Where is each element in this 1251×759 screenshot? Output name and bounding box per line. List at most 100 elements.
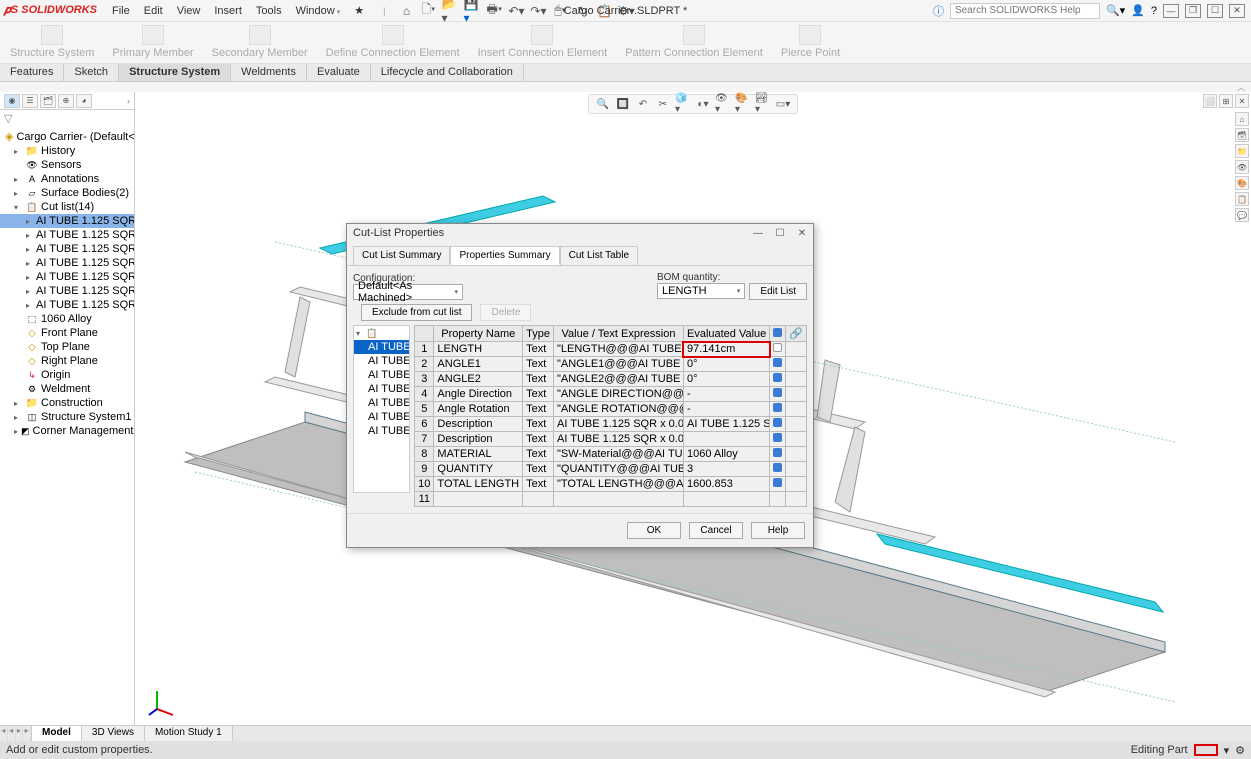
th-propname[interactable]: Property Name bbox=[434, 326, 523, 342]
config-combo[interactable]: Default<As Machined> bbox=[353, 284, 463, 300]
tp-custom-icon[interactable]: 📋 bbox=[1235, 192, 1249, 206]
dlg-list-item[interactable]: AI TUBE 1.125 SQR x 0.03 bbox=[354, 368, 409, 382]
btab-3dviews[interactable]: 3D Views bbox=[82, 726, 145, 741]
tp-appearance-icon[interactable]: 🎨 bbox=[1235, 176, 1249, 190]
dlg-tab-properties[interactable]: Properties Summary bbox=[450, 246, 559, 265]
tree-expand-icon[interactable]: › bbox=[127, 96, 130, 106]
hide-show-icon[interactable]: 👁▾ bbox=[715, 97, 731, 111]
ribtab-structure-system[interactable]: Structure System bbox=[119, 64, 231, 81]
tree-filter[interactable]: ▽ bbox=[0, 110, 134, 127]
dlg-list-item[interactable]: AI TUBE 1.125 SQR x 0.03 bbox=[354, 424, 409, 438]
minimize-button[interactable]: — bbox=[1163, 4, 1179, 18]
delete-button[interactable]: Delete bbox=[480, 304, 531, 321]
table-row[interactable]: 3ANGLE2Text"ANGLE2@@@AI TUBE 1.125 SQR x… bbox=[415, 372, 807, 387]
tree-front-plane[interactable]: Front Plane bbox=[0, 326, 134, 340]
table-row[interactable]: 11 bbox=[415, 492, 807, 507]
table-row[interactable]: 1LENGTHText"LENGTH@@@AI TUBE 1.125 SQR x… bbox=[415, 342, 807, 357]
tree-cutlist-item[interactable]: ▸AI TUBE 1.125 SQR x 0.035 WALL bbox=[0, 298, 134, 312]
tree-sensors[interactable]: Sensors bbox=[0, 158, 134, 172]
tree-annotations[interactable]: ▸AAnnotations bbox=[0, 172, 134, 186]
properties-table[interactable]: Property Name Type Value / Text Expressi… bbox=[414, 325, 807, 507]
menu-star-icon[interactable]: ★ bbox=[347, 4, 371, 17]
menu-insert[interactable]: Insert bbox=[207, 5, 249, 17]
triad-icon[interactable] bbox=[147, 687, 177, 717]
undo-icon[interactable]: ↶▾ bbox=[507, 2, 525, 20]
rib-structure-system[interactable]: Structure System bbox=[6, 24, 98, 61]
tp-explorer-icon[interactable]: 📁 bbox=[1235, 144, 1249, 158]
tree-cutlist-item[interactable]: ▸AI TUBE 1.125 SQR x 0.035 WALL bbox=[0, 270, 134, 284]
home-icon[interactable]: ⌂ bbox=[397, 2, 415, 20]
th-chk1[interactable] bbox=[770, 326, 786, 342]
tree-cutlist-item[interactable]: ▸AI TUBE 1.125 SQR x 0.035 WALL bbox=[0, 228, 134, 242]
ribtab-lifecycle[interactable]: Lifecycle and Collaboration bbox=[371, 64, 524, 81]
dlg-list-item[interactable]: AI TUBE 1.125 SQR x 0.03 bbox=[354, 410, 409, 424]
help-search-input[interactable] bbox=[950, 3, 1100, 19]
status-gear-icon[interactable]: ⚙ bbox=[1235, 744, 1245, 757]
table-row[interactable]: 6DescriptionTextAI TUBE 1.125 SQR x 0.03… bbox=[415, 417, 807, 432]
bom-combo[interactable]: LENGTH bbox=[657, 283, 745, 299]
rib-secondary-member[interactable]: Secondary Member bbox=[208, 24, 312, 61]
tree-tab-display[interactable]: ◕ bbox=[76, 94, 92, 108]
dialog-close-button[interactable]: ✕ bbox=[795, 226, 809, 240]
ok-button[interactable]: OK bbox=[627, 522, 681, 539]
rib-pierce-point[interactable]: Pierce Point bbox=[777, 24, 844, 61]
table-row[interactable]: 9QUANTITYText"QUANTITY@@@AI TUBE 1.125 S… bbox=[415, 462, 807, 477]
dlg-tab-table[interactable]: Cut List Table bbox=[560, 246, 638, 265]
rib-insert-connection[interactable]: Insert Connection Element bbox=[474, 24, 612, 61]
ribtab-sketch[interactable]: Sketch bbox=[64, 64, 119, 81]
tp-resources-icon[interactable]: ⌂ bbox=[1235, 112, 1249, 126]
tree-cutlist-item[interactable]: ▸AI TUBE 1.125 SQR x 0.035 WALL bbox=[0, 214, 134, 228]
tree-weldment[interactable]: Weldment bbox=[0, 382, 134, 396]
vp-split-icon[interactable]: ⊞ bbox=[1219, 94, 1233, 108]
th-eval[interactable]: Evaluated Value bbox=[683, 326, 769, 342]
tree-tab-property[interactable]: ☰ bbox=[22, 94, 38, 108]
dlg-item-list[interactable]: ▾ AI TUBE 1.125 SQR x 0.0AI TUBE 1.125 S… bbox=[353, 325, 410, 493]
tree-tab-dim[interactable]: ⊕ bbox=[58, 94, 74, 108]
open-icon[interactable]: 📂▾ bbox=[441, 2, 459, 20]
table-row[interactable]: 7DescriptionTextAI TUBE 1.125 SQR x 0.03… bbox=[415, 432, 807, 447]
tree-origin[interactable]: Origin bbox=[0, 368, 134, 382]
menu-file[interactable]: File bbox=[105, 5, 137, 17]
tree-cutlist-item[interactable]: ▸AI TUBE 1.125 SQR x 0.035 WALL bbox=[0, 284, 134, 298]
restore-button[interactable]: ❐ bbox=[1185, 4, 1201, 18]
ribtab-evaluate[interactable]: Evaluate bbox=[307, 64, 371, 81]
tree-cutlist-item[interactable]: ▸AI TUBE 1.125 SQR x 0.035 WALL bbox=[0, 256, 134, 270]
tree-history[interactable]: ▸History bbox=[0, 144, 134, 158]
tree-tab-feature[interactable]: ◉ bbox=[4, 94, 20, 108]
ribtab-weldments[interactable]: Weldments bbox=[231, 64, 307, 81]
rib-define-connection[interactable]: Define Connection Element bbox=[322, 24, 464, 61]
tree-right-plane[interactable]: Right Plane bbox=[0, 354, 134, 368]
dialog-maximize-button[interactable]: ☐ bbox=[773, 226, 787, 240]
tree-cutlist[interactable]: ▾Cut list(14) bbox=[0, 200, 134, 214]
tree-construction[interactable]: ▸Construction bbox=[0, 396, 134, 410]
bottom-scroll[interactable]: ◂◂▸▸ bbox=[0, 726, 32, 741]
vp-close-icon[interactable]: ✕ bbox=[1235, 94, 1249, 108]
table-row[interactable]: 2ANGLE1Text"ANGLE1@@@AI TUBE 1.125 SQR x… bbox=[415, 357, 807, 372]
view-orient-icon[interactable]: 🧊▾ bbox=[675, 97, 691, 111]
dlg-list-item[interactable]: AI TUBE 1.125 SQR x 0.03 bbox=[354, 354, 409, 368]
btab-model[interactable]: Model bbox=[32, 726, 82, 741]
help-icon[interactable]: ? bbox=[1151, 5, 1157, 17]
maximize-button[interactable]: ☐ bbox=[1207, 4, 1223, 18]
tp-library-icon[interactable]: 🗃 bbox=[1235, 128, 1249, 142]
prev-view-icon[interactable]: ↶ bbox=[635, 97, 651, 111]
menu-window[interactable]: Window bbox=[289, 5, 348, 17]
table-row[interactable]: 4Angle DirectionText"ANGLE DIRECTION@@@A… bbox=[415, 387, 807, 402]
close-button[interactable]: ✕ bbox=[1229, 4, 1245, 18]
tree-material[interactable]: ⬚1060 Alloy bbox=[0, 312, 134, 326]
tp-forum-icon[interactable]: 💬 bbox=[1235, 208, 1249, 222]
ribbon-collapse[interactable]: ︿ bbox=[0, 82, 1251, 92]
zoom-area-icon[interactable]: 🔲 bbox=[615, 97, 631, 111]
help-bubble-icon[interactable]: ⓘ bbox=[933, 3, 944, 19]
th-type[interactable]: Type bbox=[523, 326, 554, 342]
table-row[interactable]: 5Angle RotationText"ANGLE ROTATION@@@AI … bbox=[415, 402, 807, 417]
tree-corner-mgmt[interactable]: ▸◩Corner Management1 bbox=[0, 424, 134, 438]
zoom-fit-icon[interactable]: 🔍 bbox=[595, 97, 611, 111]
display-style-icon[interactable]: ◐▾ bbox=[695, 97, 711, 111]
tree-surfaces[interactable]: ▸▱Surface Bodies(2) bbox=[0, 186, 134, 200]
dialog-minimize-button[interactable]: — bbox=[751, 226, 765, 240]
search-icon[interactable]: 🔍▾ bbox=[1106, 4, 1125, 17]
menu-edit[interactable]: Edit bbox=[137, 5, 170, 17]
status-flag-icon[interactable]: ▾ bbox=[1224, 744, 1230, 757]
appearance-icon[interactable]: 🎨▾ bbox=[735, 97, 751, 111]
